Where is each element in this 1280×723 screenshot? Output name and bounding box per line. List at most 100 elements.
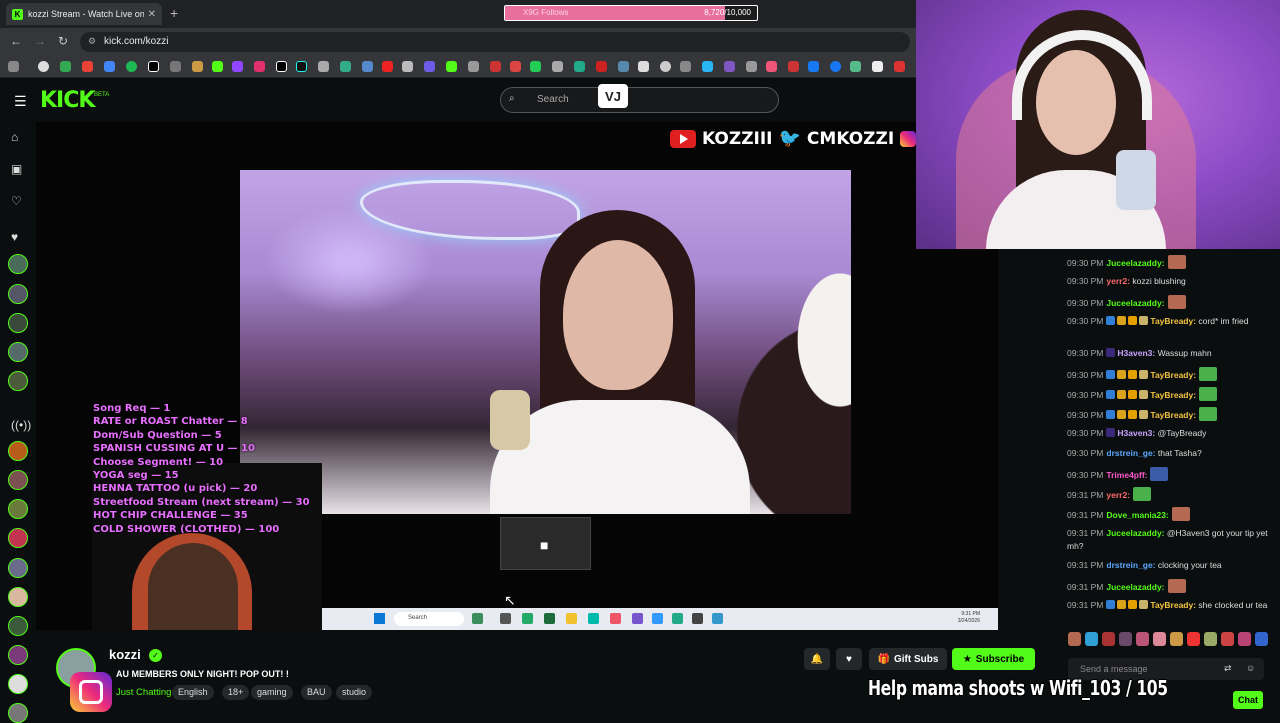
bookmark-icon[interactable]: [766, 61, 777, 72]
bookmark-icon[interactable]: [318, 61, 329, 72]
reload-icon[interactable]: ↻: [58, 34, 68, 48]
channel-name[interactable]: kozzi: [109, 647, 141, 662]
taskbar-app-icon[interactable]: [692, 613, 703, 624]
apps-icon[interactable]: [8, 61, 19, 72]
bookmark-icon[interactable]: [340, 61, 351, 72]
taskbar-app-icon[interactable]: [632, 613, 643, 624]
bookmark-icon[interactable]: [530, 61, 541, 72]
bookmark-icon[interactable]: [490, 61, 501, 72]
bookmark-icon[interactable]: [894, 61, 905, 72]
close-tab-icon[interactable]: ✕: [148, 9, 156, 20]
taskbar-app-icon[interactable]: [588, 613, 599, 624]
home-icon[interactable]: ⌂: [11, 130, 18, 144]
bookmark-icon[interactable]: [746, 61, 757, 72]
bookmark-tiktok-icon[interactable]: [296, 61, 307, 72]
bookmark-icon[interactable]: [724, 61, 735, 72]
bookmark-twitch-icon[interactable]: [232, 61, 243, 72]
stream-tag[interactable]: gaming: [251, 685, 293, 700]
followed-channel-avatar[interactable]: [8, 313, 28, 333]
subscribe-button[interactable]: ★ Subscribe: [952, 648, 1035, 670]
bookmark-youtube-icon[interactable]: [382, 61, 393, 72]
windows-start-icon[interactable]: [374, 613, 385, 624]
chat-username[interactable]: TayBready:: [1150, 390, 1196, 400]
bookmark-icon[interactable]: [424, 61, 435, 72]
emote-icon[interactable]: [1255, 632, 1268, 646]
chat-username[interactable]: TayBready:: [1150, 600, 1196, 610]
recommended-channel-avatar[interactable]: [8, 470, 28, 490]
recommended-channel-avatar[interactable]: [8, 703, 28, 723]
followed-channel-avatar[interactable]: [8, 284, 28, 304]
stream-tag[interactable]: English: [172, 685, 214, 700]
chat-username[interactable]: TayBready:: [1150, 410, 1196, 420]
send-chat-button[interactable]: Chat: [1233, 691, 1263, 709]
emote-icon[interactable]: [1204, 632, 1217, 646]
taskbar-search[interactable]: Search: [394, 612, 464, 626]
bookmark-instagram-icon[interactable]: [254, 61, 265, 72]
recommended-channel-avatar[interactable]: [8, 441, 28, 461]
notification-bell-button[interactable]: 🔔: [804, 648, 830, 670]
bookmark-icon[interactable]: [574, 61, 585, 72]
bookmark-icon[interactable]: [808, 61, 819, 72]
bookmark-icon[interactable]: [60, 61, 71, 72]
stream-tag[interactable]: 18+: [222, 685, 250, 700]
bookmark-icon[interactable]: [192, 61, 203, 72]
followed-channel-avatar[interactable]: [8, 254, 28, 274]
emote-icon[interactable]: [1102, 632, 1115, 646]
emote-icon[interactable]: [1170, 632, 1183, 646]
bookmark-icon[interactable]: [104, 61, 115, 72]
chat-username[interactable]: Dove_mania23:: [1106, 510, 1168, 520]
taskbar-app-icon[interactable]: [712, 613, 723, 624]
bookmark-icon[interactable]: [170, 61, 181, 72]
site-info-icon[interactable]: ⚙: [88, 36, 96, 47]
recommended-channel-avatar[interactable]: [8, 499, 28, 519]
menu-icon[interactable]: ☰: [14, 93, 27, 110]
bookmark-icon[interactable]: [596, 61, 607, 72]
bookmark-icon[interactable]: [468, 61, 479, 72]
bookmark-google-icon[interactable]: [38, 61, 49, 72]
bookmark-icon[interactable]: [362, 61, 373, 72]
chat-username[interactable]: drstrein_ge:: [1106, 448, 1155, 458]
bookmark-x-icon[interactable]: [276, 61, 287, 72]
bookmark-icon[interactable]: [618, 61, 629, 72]
stream-tag[interactable]: studio: [336, 685, 373, 700]
bookmark-x-icon[interactable]: [148, 61, 159, 72]
new-tab-button[interactable]: +: [170, 5, 178, 21]
follow-button[interactable]: ♥: [836, 648, 862, 670]
bookmark-kick-icon[interactable]: [212, 61, 223, 72]
following-icon[interactable]: ♡: [11, 194, 22, 208]
taskbar-app-icon[interactable]: [544, 613, 555, 624]
taskbar-folder-icon[interactable]: [566, 613, 577, 624]
bookmark-icon[interactable]: [660, 61, 671, 72]
chat-username[interactable]: TayBready:: [1150, 370, 1196, 380]
taskbar-app-icon[interactable]: [652, 613, 663, 624]
recommended-channel-avatar[interactable]: [8, 587, 28, 607]
chat-username[interactable]: Juceelazaddy:: [1106, 258, 1164, 268]
recommended-channel-avatar[interactable]: [8, 674, 28, 694]
bookmark-icon[interactable]: [402, 61, 413, 72]
taskbar-app-icon[interactable]: [472, 613, 483, 624]
bookmark-icon[interactable]: [872, 61, 883, 72]
emote-icon[interactable]: [1085, 632, 1098, 646]
chat-username[interactable]: yerr2:: [1106, 276, 1130, 286]
emote-icon[interactable]: [1119, 632, 1132, 646]
taskbar-app-icon[interactable]: [672, 613, 683, 624]
bookmark-icon[interactable]: [850, 61, 861, 72]
bookmark-icon[interactable]: [82, 61, 93, 72]
gift-subs-button[interactable]: 🎁 Gift Subs: [869, 648, 947, 670]
chat-username[interactable]: Juceelazaddy:: [1106, 528, 1164, 538]
back-icon[interactable]: ←: [10, 34, 22, 48]
chat-username[interactable]: H3aven3:: [1117, 348, 1155, 358]
stream-category[interactable]: Just Chatting: [116, 687, 171, 698]
emote-icon[interactable]: [1238, 632, 1251, 646]
chat-username[interactable]: Trime4pff:: [1106, 470, 1147, 480]
recommended-channel-avatar[interactable]: [8, 528, 28, 548]
browser-tab[interactable]: K kozzi Stream - Watch Live on Ki ✕: [6, 3, 162, 25]
bookmark-icon[interactable]: [680, 61, 691, 72]
chat-username[interactable]: yerr2:: [1106, 490, 1130, 500]
emote-icon[interactable]: [1187, 632, 1200, 646]
followed-channel-avatar[interactable]: [8, 342, 28, 362]
recommended-channel-avatar[interactable]: [8, 616, 28, 636]
bookmark-icon[interactable]: [788, 61, 799, 72]
taskbar-app-icon[interactable]: [522, 613, 533, 624]
followed-channel-avatar[interactable]: [8, 371, 28, 391]
